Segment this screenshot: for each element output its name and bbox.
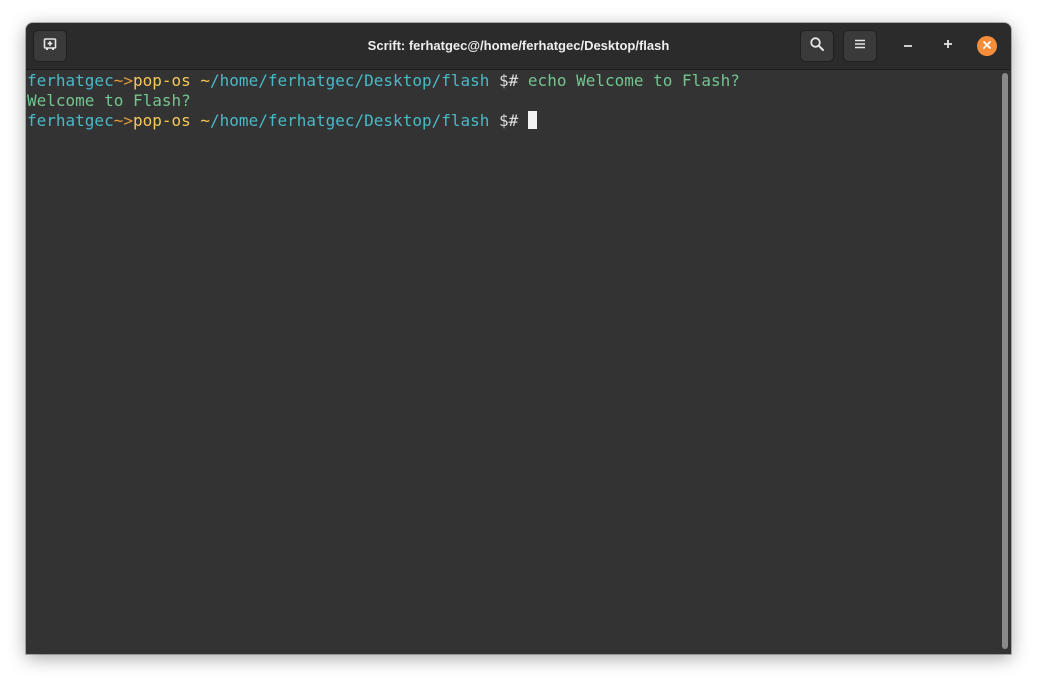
prompt-separator: ~> <box>113 71 133 90</box>
text-cursor <box>527 111 537 129</box>
prompt-host: pop-os <box>132 71 191 90</box>
maximize-button[interactable] <box>938 36 958 56</box>
terminal-window: Scrift: ferhatgec@/home/ferhatgec/Deskto… <box>26 23 1011 654</box>
prompt-separator: ~> <box>113 111 133 130</box>
terminal-line-prompt: ferhatgec~>pop-os ~/home/ferhatgec/Deskt… <box>27 71 1011 91</box>
search-button[interactable] <box>800 30 834 62</box>
vertical-scrollbar[interactable] <box>1001 73 1009 651</box>
prompt-host: pop-os <box>132 111 191 130</box>
minimize-icon <box>902 37 914 55</box>
prompt-user: ferhatgec <box>27 71 114 90</box>
prompt-path: /home/ferhatgec/Desktop/flash <box>210 71 490 90</box>
search-icon <box>809 36 825 57</box>
new-tab-button[interactable] <box>33 30 67 62</box>
prompt-tilde: ~ <box>190 71 211 90</box>
main-menu-button[interactable] <box>843 30 877 62</box>
close-icon <box>982 37 992 55</box>
prompt-symbol: $# <box>489 111 528 130</box>
command-text: echo Welcome to Flash? <box>527 71 740 90</box>
header-bar: Scrift: ferhatgec@/home/ferhatgec/Deskto… <box>26 23 1011 70</box>
prompt-tilde: ~ <box>190 111 211 130</box>
window-title: Scrift: ferhatgec@/home/ferhatgec/Deskto… <box>367 38 670 53</box>
command-output: Welcome to Flash? <box>27 91 191 110</box>
prompt-path: /home/ferhatgec/Desktop/flash <box>210 111 490 130</box>
terminal-line-output: Welcome to Flash? <box>27 91 1011 111</box>
new-tab-icon <box>43 37 57 56</box>
minimize-button[interactable] <box>898 36 918 56</box>
hamburger-menu-icon <box>853 37 867 56</box>
terminal-line-prompt: ferhatgec~>pop-os ~/home/ferhatgec/Deskt… <box>27 111 1011 131</box>
scrollbar-thumb[interactable] <box>1002 73 1008 649</box>
maximize-icon <box>942 37 954 55</box>
close-button[interactable] <box>977 36 997 56</box>
prompt-symbol: $# <box>489 71 528 90</box>
terminal-output[interactable]: ferhatgec~>pop-os ~/home/ferhatgec/Deskt… <box>26 70 1011 654</box>
prompt-user: ferhatgec <box>27 111 114 130</box>
